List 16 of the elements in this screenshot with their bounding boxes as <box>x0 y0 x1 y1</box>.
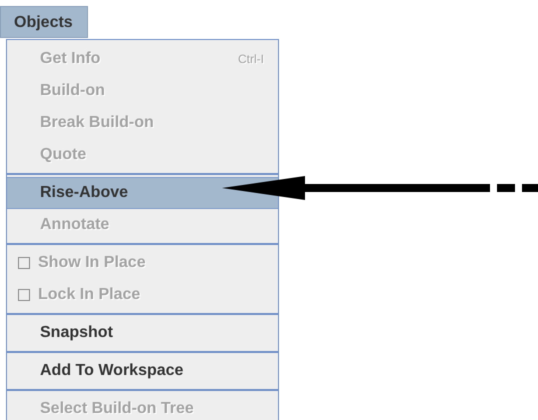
item-label: Select Build-on Tree <box>40 400 194 418</box>
item-label: Lock In Place <box>38 286 140 304</box>
item-label: Break Build-on <box>40 114 154 132</box>
menu-item[interactable]: Add To Workspace <box>7 355 278 387</box>
menu-item[interactable]: Snapshot <box>7 317 278 349</box>
item-label: Get Info <box>40 50 100 68</box>
menu-item[interactable]: Rise-Above <box>7 177 278 209</box>
item-label: Build-on <box>40 82 105 100</box>
item-label: Add To Workspace <box>40 362 184 380</box>
item-label: Show In Place <box>38 254 146 272</box>
shortcut-label: Ctrl-I <box>238 52 264 66</box>
menu-title[interactable]: Objects <box>0 6 88 38</box>
item-label: Snapshot <box>40 324 113 342</box>
item-label: Quote <box>40 146 86 164</box>
item-label: Rise-Above <box>40 184 128 202</box>
item-label: Annotate <box>40 216 110 234</box>
